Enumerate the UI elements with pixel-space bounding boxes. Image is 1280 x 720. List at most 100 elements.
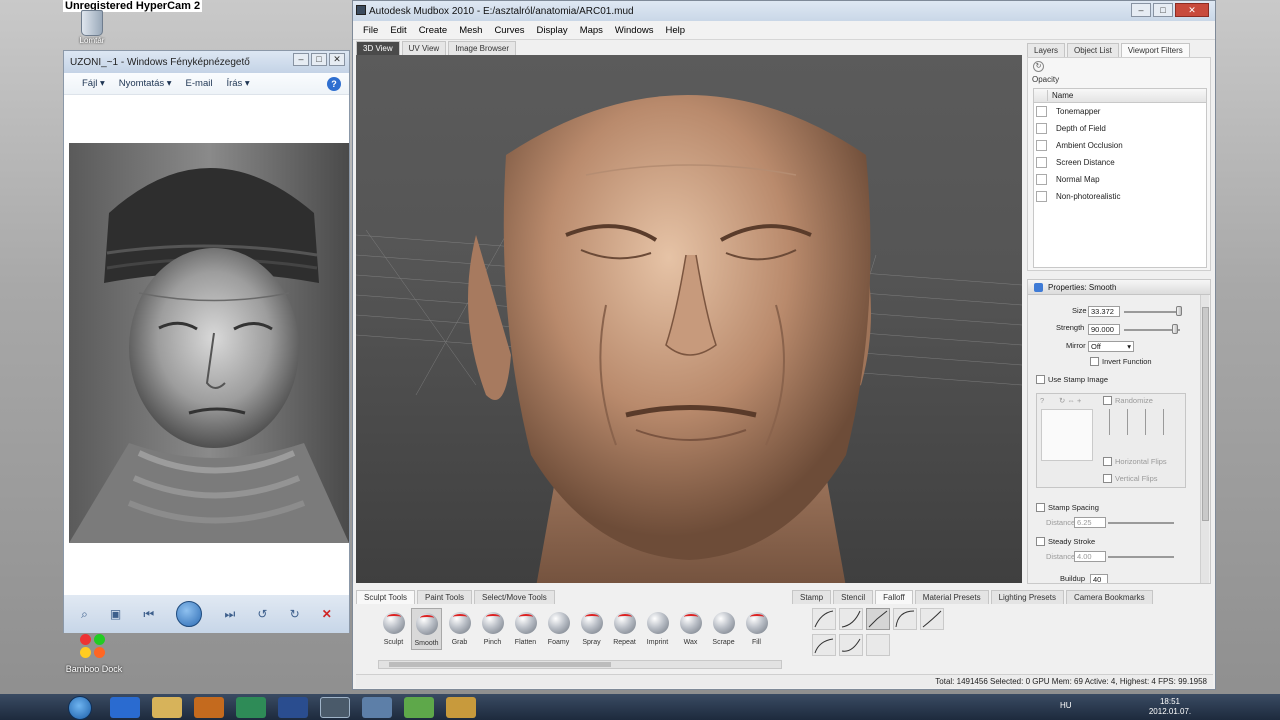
tab-stamp[interactable]: Stamp (792, 590, 832, 604)
maximize-button[interactable]: □ (311, 53, 327, 66)
menu-print[interactable]: Nyomtatás ▾ (119, 78, 172, 89)
falloff-preset[interactable] (920, 608, 944, 630)
menu-mesh[interactable]: Mesh (459, 25, 482, 36)
clock[interactable]: 18:51 2012.01.07. (1148, 697, 1192, 717)
tab-stencil[interactable]: Stencil (833, 590, 874, 604)
falloff-preset-empty[interactable] (866, 634, 890, 656)
menu-curves[interactable]: Curves (494, 25, 524, 36)
menu-maps[interactable]: Maps (580, 25, 603, 36)
tab-object-list[interactable]: Object List (1067, 43, 1119, 57)
tool-smooth[interactable]: Smooth (411, 608, 442, 650)
menu-create[interactable]: Create (419, 25, 448, 36)
menu-display[interactable]: Display (537, 25, 568, 36)
stamp-spacing-checkbox[interactable] (1036, 503, 1045, 512)
tab-paint-tools[interactable]: Paint Tools (417, 590, 472, 604)
filter-normal-map[interactable]: Normal Map (1034, 171, 1206, 188)
invert-function-checkbox[interactable] (1090, 357, 1099, 366)
tool-wax[interactable]: Wax (675, 608, 706, 650)
menu-windows[interactable]: Windows (615, 25, 654, 36)
filter-depth-of-field[interactable]: Depth of Field (1034, 120, 1206, 137)
tab-camera-bookmarks[interactable]: Camera Bookmarks (1065, 590, 1153, 604)
taskbar-photoshop-icon[interactable] (278, 697, 308, 718)
steady-distance-slider[interactable] (1108, 556, 1174, 558)
spacing-distance-field[interactable]: 6.25 (1074, 517, 1106, 528)
tool-pinch[interactable]: Pinch (477, 608, 508, 650)
help-icon[interactable]: ? (327, 77, 341, 91)
tool-sculpt[interactable]: Sculpt (378, 608, 409, 650)
menu-file[interactable]: File (363, 25, 378, 36)
strength-field[interactable]: 90.000 (1088, 324, 1120, 335)
steady-stroke-checkbox[interactable] (1036, 537, 1045, 546)
3d-viewport[interactable] (356, 55, 1022, 583)
filter-ambient-occlusion[interactable]: Ambient Occlusion (1034, 137, 1206, 154)
close-button[interactable]: ✕ (329, 53, 345, 66)
tab-falloff[interactable]: Falloff (875, 590, 913, 604)
slideshow-icon[interactable] (176, 601, 203, 627)
taskbar-explorer-icon[interactable] (152, 697, 182, 718)
menu-file[interactable]: Fájl ▾ (82, 78, 105, 89)
delete-icon[interactable]: ✕ (322, 607, 332, 621)
tab-material-presets[interactable]: Material Presets (914, 590, 989, 604)
randomize-checkbox[interactable] (1103, 396, 1112, 405)
taskbar-app-icon[interactable] (236, 697, 266, 718)
scrollbar-thumb[interactable] (1202, 307, 1209, 521)
tab-uv-view[interactable]: UV View (401, 41, 447, 55)
filter-screen-distance[interactable]: Screen Distance (1034, 154, 1206, 171)
tab-lighting-presets[interactable]: Lighting Presets (990, 590, 1064, 604)
filter-non-photorealistic[interactable]: Non-photorealistic (1034, 188, 1206, 205)
random-slider-2[interactable] (1127, 409, 1128, 435)
strength-slider-handle[interactable] (1172, 324, 1178, 334)
checkbox[interactable] (1036, 157, 1047, 168)
tool-spray[interactable]: Spray (576, 608, 607, 650)
mudbox-maximize-button[interactable]: □ (1153, 3, 1173, 17)
falloff-preset[interactable] (812, 608, 836, 630)
tab-image-browser[interactable]: Image Browser (448, 41, 516, 55)
tools-scrollbar[interactable] (378, 660, 782, 669)
use-stamp-image-checkbox[interactable] (1036, 375, 1045, 384)
mudbox-minimize-button[interactable]: – (1131, 3, 1151, 17)
filter-tonemapper[interactable]: Tonemapper (1034, 103, 1206, 120)
recycle-bin-icon[interactable]: Lomtár (76, 10, 108, 46)
menu-help[interactable]: Help (665, 25, 685, 36)
mirror-select[interactable]: Off ▾ (1088, 341, 1134, 352)
menu-email[interactable]: E-mail (186, 78, 213, 89)
mudbox-close-button[interactable]: ✕ (1175, 3, 1209, 17)
next-icon[interactable]: ⏭ (224, 607, 235, 622)
falloff-preset[interactable] (893, 608, 917, 630)
tool-flatten[interactable]: Flatten (510, 608, 541, 650)
stamp-arrow-icon[interactable]: ? (1040, 396, 1044, 405)
tool-imprint[interactable]: Imprint (642, 608, 673, 650)
size-slider-handle[interactable] (1176, 306, 1182, 316)
rotate-left-icon[interactable]: ↺ (257, 607, 267, 621)
steady-distance-field[interactable]: 4.00 (1074, 551, 1106, 562)
tools-scrollbar-thumb[interactable] (389, 662, 611, 667)
tab-layers[interactable]: Layers (1027, 43, 1066, 57)
fit-icon[interactable]: ▣ (110, 607, 121, 621)
buildup-field[interactable]: 40 (1090, 574, 1108, 583)
menu-edit[interactable]: Edit (390, 25, 406, 36)
tab-3d-view[interactable]: 3D View (356, 41, 400, 55)
size-slider[interactable] (1124, 311, 1180, 313)
tab-select-move-tools[interactable]: Select/Move Tools (474, 590, 555, 604)
minimize-button[interactable]: – (293, 53, 309, 66)
checkbox[interactable] (1036, 140, 1047, 151)
menu-burn[interactable]: Írás ▾ (226, 78, 249, 89)
mudbox-titlebar[interactable]: Autodesk Mudbox 2010 - E:/asztalról/anat… (353, 1, 1215, 21)
vertical-flips-checkbox[interactable] (1103, 474, 1112, 483)
language-indicator[interactable]: HU (1060, 701, 1072, 710)
taskbar-paint-icon[interactable] (404, 697, 434, 718)
tool-repeat[interactable]: Repeat (609, 608, 640, 650)
magnifier-icon[interactable]: ⌕ (81, 607, 88, 622)
taskbar-mudbox-icon[interactable] (320, 697, 350, 718)
photo-viewer-titlebar[interactable]: UZONI_~1 - Windows Fényképnézegető – □ ✕ (64, 51, 349, 73)
bamboo-dock-shortcut[interactable]: Bamboo Dock (64, 634, 124, 674)
random-slider-4[interactable] (1163, 409, 1164, 435)
refresh-icon[interactable]: ↻ (1033, 61, 1044, 72)
taskbar-mediaplayer-icon[interactable] (194, 697, 224, 718)
start-button[interactable] (68, 696, 92, 720)
taskbar-ie-icon[interactable] (110, 697, 140, 718)
random-slider-1[interactable] (1109, 409, 1110, 435)
horizontal-flips-checkbox[interactable] (1103, 457, 1112, 466)
checkbox[interactable] (1036, 174, 1047, 185)
checkbox[interactable] (1036, 123, 1047, 134)
